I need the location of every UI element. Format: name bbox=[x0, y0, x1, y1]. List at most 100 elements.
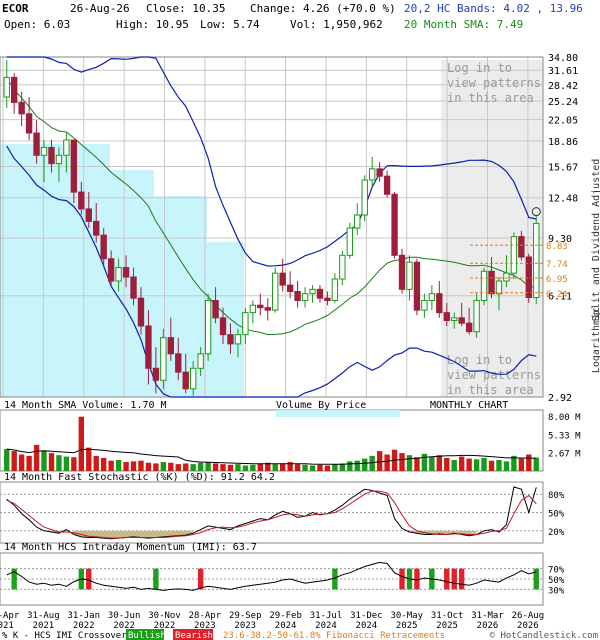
volume-tick-label: 2.67 M bbox=[548, 450, 581, 460]
imi-signal-bar bbox=[444, 568, 450, 590]
volume-bar bbox=[332, 464, 338, 471]
date-tick-label: 26-Aug bbox=[512, 611, 545, 621]
volume-bar bbox=[78, 416, 84, 471]
candle-body bbox=[197, 353, 204, 369]
price-tick-label: 2.92 bbox=[548, 393, 572, 404]
candle-body bbox=[175, 353, 182, 373]
volume-bar bbox=[294, 464, 301, 471]
fib-level-label: 6.24 bbox=[546, 290, 568, 300]
imi-signal-bar bbox=[459, 568, 465, 590]
candle-body bbox=[361, 179, 368, 216]
candle-body bbox=[451, 317, 458, 321]
candle-body bbox=[428, 293, 436, 301]
date-tick-year: 2021 bbox=[0, 621, 14, 631]
candle-body bbox=[137, 297, 145, 327]
volume-bar bbox=[347, 461, 353, 471]
volume-bar bbox=[205, 462, 211, 471]
candle-body bbox=[93, 220, 100, 236]
volume-bar bbox=[451, 460, 457, 471]
date-tick-year: 2022 bbox=[73, 621, 95, 631]
candle-body bbox=[167, 337, 174, 355]
candle-body bbox=[309, 288, 316, 295]
candle-body bbox=[85, 208, 92, 222]
price-tick-label: 22.05 bbox=[548, 116, 578, 127]
bearish-label: Bearish bbox=[175, 631, 213, 640]
date-tick-year: 2026 bbox=[477, 621, 499, 631]
price-tick-label: 18.86 bbox=[548, 137, 578, 148]
volume-bar bbox=[220, 464, 226, 471]
candle-body bbox=[376, 168, 383, 177]
candle-body bbox=[398, 254, 406, 290]
volume-bar bbox=[101, 457, 107, 471]
candle-body bbox=[272, 272, 279, 311]
candle-body bbox=[354, 214, 361, 229]
candle-body bbox=[286, 284, 294, 292]
volume-bar bbox=[384, 454, 390, 471]
login-notice-line: in this area bbox=[447, 383, 534, 397]
candle-body bbox=[33, 132, 40, 156]
volume-bar bbox=[533, 457, 539, 471]
volume-bar bbox=[18, 454, 25, 471]
volume-bar bbox=[496, 460, 502, 471]
volume-bar bbox=[429, 456, 435, 471]
candle-body bbox=[257, 304, 264, 309]
candle-body bbox=[301, 293, 309, 301]
volume-bar bbox=[257, 463, 263, 471]
chart-canvas: 34.80 31.61 28.42 25.24 22.05 18.86 15.67 12.48… bbox=[0, 53, 600, 640]
price-tick-label: 34.80 bbox=[548, 53, 578, 64]
volume-bar bbox=[175, 464, 181, 471]
imi-tick-label: 50% bbox=[548, 576, 565, 586]
volume-bar bbox=[86, 447, 92, 471]
imi-panel-title: 14 Month HCS Intraday Momentum (IMI): 63… bbox=[4, 542, 257, 553]
candle-body bbox=[264, 307, 271, 311]
candle-body bbox=[78, 191, 85, 210]
volume-bar bbox=[406, 455, 413, 471]
volume-bar bbox=[138, 460, 144, 471]
candle-body bbox=[204, 299, 212, 355]
candle-body bbox=[249, 304, 257, 314]
date-tick-year: 2024 bbox=[315, 621, 337, 631]
candle-body bbox=[18, 101, 25, 115]
candle-body bbox=[480, 270, 488, 301]
imi-signal-bar bbox=[399, 568, 405, 590]
candle-body bbox=[495, 280, 503, 295]
imi-tick-label: 70% bbox=[548, 566, 565, 576]
volume-bar bbox=[272, 464, 278, 471]
candle-body bbox=[369, 168, 376, 181]
crossover-legend: % K - HCS IMI Crossover: bbox=[2, 631, 132, 640]
volume-bar bbox=[421, 453, 428, 471]
login-notice-line: Log in to bbox=[447, 61, 512, 75]
imi-signal-bar bbox=[86, 568, 92, 590]
date-tick-year: 2025 bbox=[396, 621, 418, 631]
login-notice-line: view patterns bbox=[447, 76, 541, 90]
candle-body bbox=[458, 317, 465, 324]
volume-bar bbox=[197, 462, 204, 471]
date-tick-year: 2024 bbox=[356, 621, 378, 631]
volume-bar bbox=[481, 457, 487, 471]
volume-bar bbox=[71, 457, 77, 471]
volume-bar bbox=[526, 454, 532, 471]
volume-bar bbox=[309, 465, 316, 471]
date-tick-year: 2024 bbox=[275, 621, 297, 631]
candle-body bbox=[160, 337, 167, 381]
date-tick-label: 29-Sep bbox=[229, 611, 262, 621]
volume-bar bbox=[518, 458, 525, 471]
candle-body bbox=[503, 272, 510, 282]
volume-bar bbox=[473, 459, 480, 471]
vbp-label: Volume By Price bbox=[276, 400, 366, 411]
stochastic-tick-label: 50% bbox=[548, 510, 565, 520]
candle-body bbox=[518, 236, 525, 258]
price-tick-label: 12.48 bbox=[548, 194, 578, 205]
date-tick-label: 31-Mar bbox=[471, 611, 504, 621]
date-tick-label: 31-Aug bbox=[27, 611, 60, 621]
volume-bar bbox=[160, 462, 167, 471]
candle-body bbox=[436, 293, 443, 314]
stochastic-tick-label: 20% bbox=[548, 528, 565, 538]
volume-bar bbox=[354, 460, 360, 471]
candle-body bbox=[11, 76, 18, 103]
date-tick-year: 2021 bbox=[33, 621, 55, 631]
date-tick-label: 29-Feb bbox=[269, 611, 302, 621]
imi-signal-bar bbox=[197, 568, 204, 590]
volume-bar bbox=[11, 451, 17, 471]
candle-body bbox=[63, 139, 70, 156]
